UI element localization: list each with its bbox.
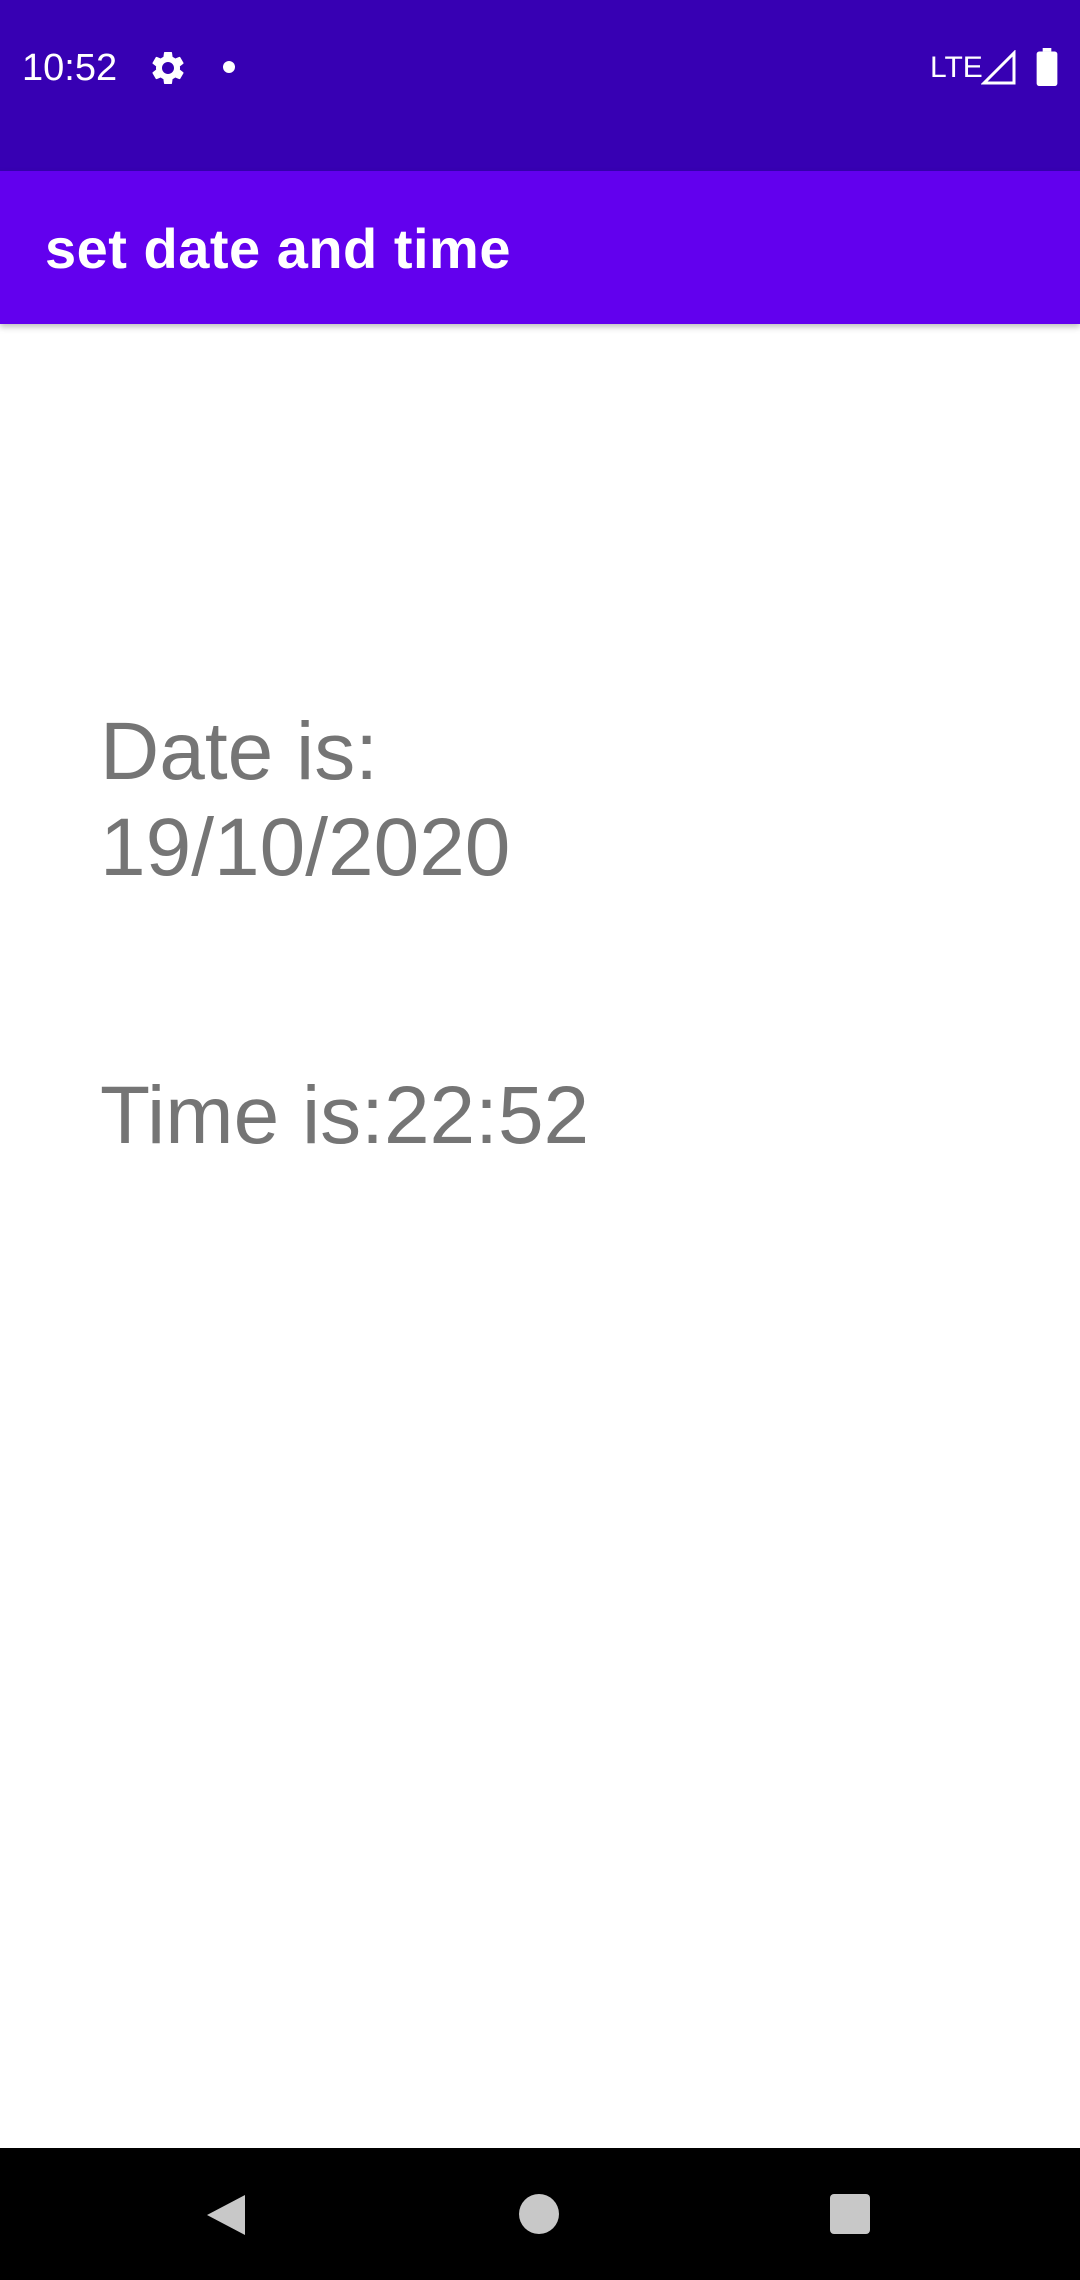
recents-icon[interactable]	[830, 2194, 870, 2234]
navigation-bar	[0, 2148, 1080, 2280]
network-type: LTE	[930, 51, 983, 84]
date-label: Date is: 19/10/2020	[100, 706, 511, 893]
gear-icon	[152, 51, 184, 84]
back-icon[interactable]	[203, 2191, 249, 2239]
status-bar: 10:52 LTE	[0, 0, 1080, 171]
app-bar: set date and time	[0, 171, 1080, 324]
battery-icon	[1036, 48, 1058, 86]
screen: 10:52 LTE set date and time Date is: 19/…	[0, 0, 1080, 2280]
app-title: set date and time	[45, 217, 511, 280]
main-content: Date is: 19/10/2020 Time is:22:52	[0, 324, 1080, 2148]
status-time: 10:52	[22, 47, 118, 89]
notification-dot-icon	[223, 61, 235, 73]
home-icon[interactable]	[519, 2194, 559, 2234]
time-label: Time is:22:52	[100, 1070, 590, 1161]
signal-icon	[981, 50, 1016, 85]
